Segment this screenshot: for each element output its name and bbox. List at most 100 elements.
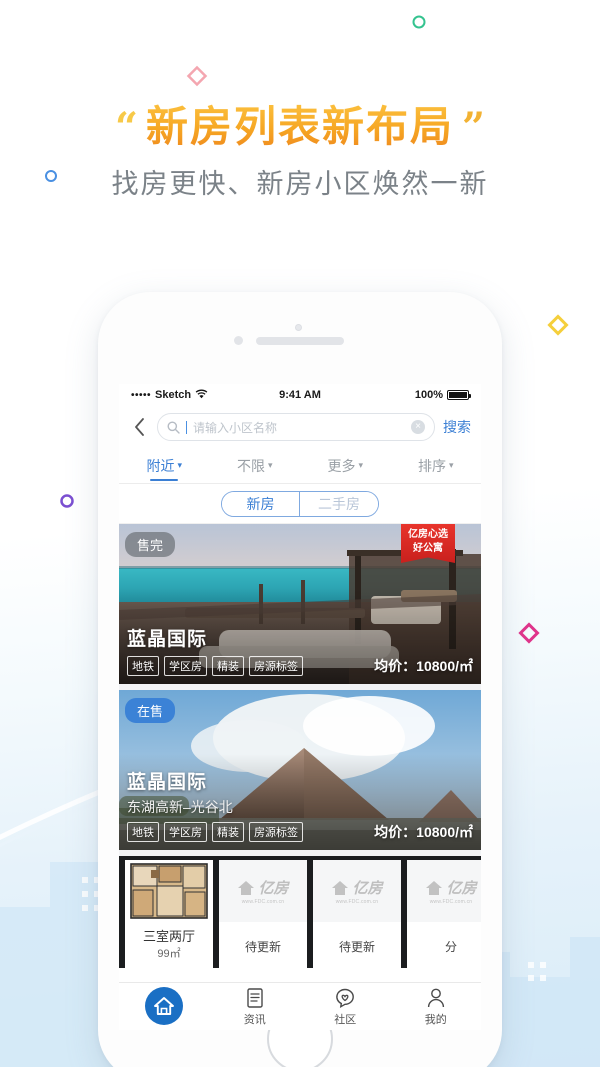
filter-bar: 附近 ▾ 不限 ▾ 更多 ▾ 排序 ▾ (119, 448, 481, 484)
tag-list: 地铁 学区房 精装 房源标签 (127, 822, 303, 842)
filter-unlimited-label: 不限 (236, 457, 265, 474)
front-camera-icon (234, 336, 243, 345)
placeholder-image: 亿房 www.FDC.com.cn (407, 860, 481, 922)
filter-more[interactable]: 更多 ▾ (300, 448, 391, 483)
property-card[interactable]: 售完 亿房心选 好公寓 蓝晶国际 地铁 学区房 精装 房源标签 均价：10800… (119, 524, 481, 684)
thumbnail-area: 99㎡ (157, 948, 181, 960)
floorplan-image (125, 860, 213, 922)
watermark: 亿房 www.FDC.com.cn (407, 860, 481, 922)
signal-dots-icon: ••••• (131, 389, 152, 401)
property-location: 东湖高新–光谷北 (127, 799, 233, 815)
search-placeholder: 请输入小区名称 (193, 420, 278, 435)
status-badge: 在售 (125, 698, 176, 723)
tag-item: 地铁 (127, 656, 159, 676)
chevron-down-icon: ▾ (267, 460, 273, 470)
card-body: 蓝晶国际 地铁 学区房 精装 房源标签 均价：10800/㎡ (127, 624, 473, 676)
house-logo-icon (238, 880, 255, 895)
tab-home[interactable] (119, 986, 210, 1027)
page-subtitle: 找房更快、新房小区焕然一新 (111, 169, 489, 200)
search-input[interactable]: 请输入小区名称 × (157, 413, 435, 441)
thumbnail-caption: 待更新 (338, 940, 375, 954)
promo-headline-block: “ 新房列表新布局 ” 找房更快、新房小区焕然一新 (0, 103, 600, 201)
placeholder-image: 亿房 www.FDC.com.cn (313, 860, 401, 922)
quote-close-mark: ” (462, 104, 486, 151)
watermark-text: 亿房 (352, 880, 383, 897)
tag-item: 学区房 (164, 656, 207, 676)
person-icon (427, 988, 444, 1007)
thumbnail-caption: 分 (444, 940, 457, 954)
price-value: 10800/㎡ (416, 658, 473, 674)
watermark-url: www.FDC.com.cn (429, 899, 473, 905)
price-prefix: 均价： (374, 658, 417, 674)
earpiece-speaker (256, 337, 344, 345)
quote-open-mark: “ (114, 104, 138, 151)
promo-line-1: 亿房心选 (408, 529, 448, 540)
status-badge: 售完 (125, 532, 176, 557)
property-card[interactable]: 在售 蓝晶国际 东湖高新–光谷北 地铁 学区房 精装 房源标签 均价：10800… (119, 690, 481, 850)
segmented-control: 新房 二手房 (221, 490, 379, 517)
tag-item: 精装 (212, 822, 244, 842)
back-chevron-icon[interactable] (129, 417, 149, 437)
diamond-yellow-icon (547, 314, 569, 336)
watermark: 亿房 www.FDC.com.cn (219, 860, 307, 922)
tab-second-hand[interactable]: 二手房 (300, 491, 378, 516)
watermark: 亿房 www.FDC.com.cn (313, 860, 401, 922)
carrier-label: Sketch (155, 389, 192, 401)
watermark-url: www.FDC.com.cn (241, 899, 285, 905)
bottom-tab-bar: 资讯 社区 我的 (119, 982, 481, 1030)
promo-line-2: 好公寓 (413, 542, 443, 554)
tab-news[interactable]: 资讯 (210, 987, 301, 1027)
tab-community[interactable]: 社区 (300, 987, 391, 1027)
tag-item: 地铁 (127, 822, 159, 842)
tag-item: 房源标签 (249, 656, 303, 676)
wifi-icon (195, 389, 208, 402)
price-prefix: 均价： (374, 824, 417, 840)
price-value: 10800/㎡ (416, 824, 473, 840)
property-list: 售完 亿房心选 好公寓 蓝晶国际 地铁 学区房 精装 房源标签 均价：10800… (119, 524, 481, 968)
thumbnail-item[interactable]: 亿房 www.FDC.com.cn 待更新 (219, 860, 307, 968)
watermark-url: www.FDC.com.cn (335, 899, 379, 905)
tab-profile[interactable]: 我的 (391, 987, 482, 1027)
tag-item: 学区房 (164, 822, 207, 842)
card-body: 蓝晶国际 东湖高新–光谷北 地铁 学区房 精装 房源标签 均价：10800/㎡ (127, 767, 473, 842)
property-title: 蓝晶国际 (127, 629, 208, 650)
thumbnail-caption: 三室两厅 (142, 929, 195, 944)
search-icon (167, 421, 180, 434)
segmented-control-wrap: 新房 二手房 (119, 484, 481, 524)
property-title: 蓝晶国际 (127, 772, 208, 793)
filter-nearby[interactable]: 附近 ▾ (119, 448, 210, 483)
filter-sort-label: 排序 (417, 457, 446, 474)
chevron-down-icon: ▾ (177, 460, 183, 470)
thumbnail-item[interactable]: 亿房 www.FDC.com.cn 分 (407, 860, 481, 968)
chevron-down-icon: ▾ (448, 460, 454, 470)
filter-more-label: 更多 (327, 457, 356, 474)
watermark-text: 亿房 (446, 880, 477, 897)
filter-unlimited[interactable]: 不限 ▾ (210, 448, 301, 483)
filter-nearby-label: 附近 (146, 457, 175, 474)
battery-icon (447, 390, 471, 400)
house-logo-icon (426, 880, 443, 895)
filter-sort[interactable]: 排序 ▾ (391, 448, 482, 483)
home-icon (145, 986, 184, 1025)
tab-profile-label: 我的 (424, 1013, 447, 1026)
search-bar: 请输入小区名称 × 搜索 (119, 406, 481, 448)
tab-new-homes[interactable]: 新房 (222, 491, 300, 516)
clear-icon[interactable]: × (411, 420, 425, 434)
price-label: 均价：10800/㎡ (374, 822, 473, 842)
promo-ribbon: 亿房心选 好公寓 (401, 524, 455, 563)
status-bar: ••••• Sketch 9:41 AM 100% (119, 384, 481, 406)
search-button[interactable]: 搜索 (443, 417, 471, 437)
phone-screen: ••••• Sketch 9:41 AM 100% 请输入小区名称 × 搜索 附… (119, 384, 481, 1030)
thumbnail-item[interactable]: 三室两厅 99㎡ (125, 860, 213, 968)
floorplan-thumbnail-row[interactable]: 三室两厅 99㎡ 亿房 www.FDC.com.cn 待更新 亿房 www.FD… (119, 856, 481, 968)
thumbnail-item[interactable]: 亿房 www.FDC.com.cn 待更新 (313, 860, 401, 968)
tab-news-label: 资讯 (243, 1013, 266, 1026)
watermark-text: 亿房 (258, 880, 289, 897)
diamond-pink-icon (186, 65, 208, 87)
chevron-down-icon: ▾ (358, 460, 364, 470)
text-caret (186, 420, 187, 434)
page-title: 新房列表新布局 (145, 103, 454, 150)
phone-mockup: ••••• Sketch 9:41 AM 100% 请输入小区名称 × 搜索 附… (98, 292, 502, 1067)
phone-top-bezel (98, 292, 502, 384)
tag-item: 房源标签 (249, 822, 303, 842)
